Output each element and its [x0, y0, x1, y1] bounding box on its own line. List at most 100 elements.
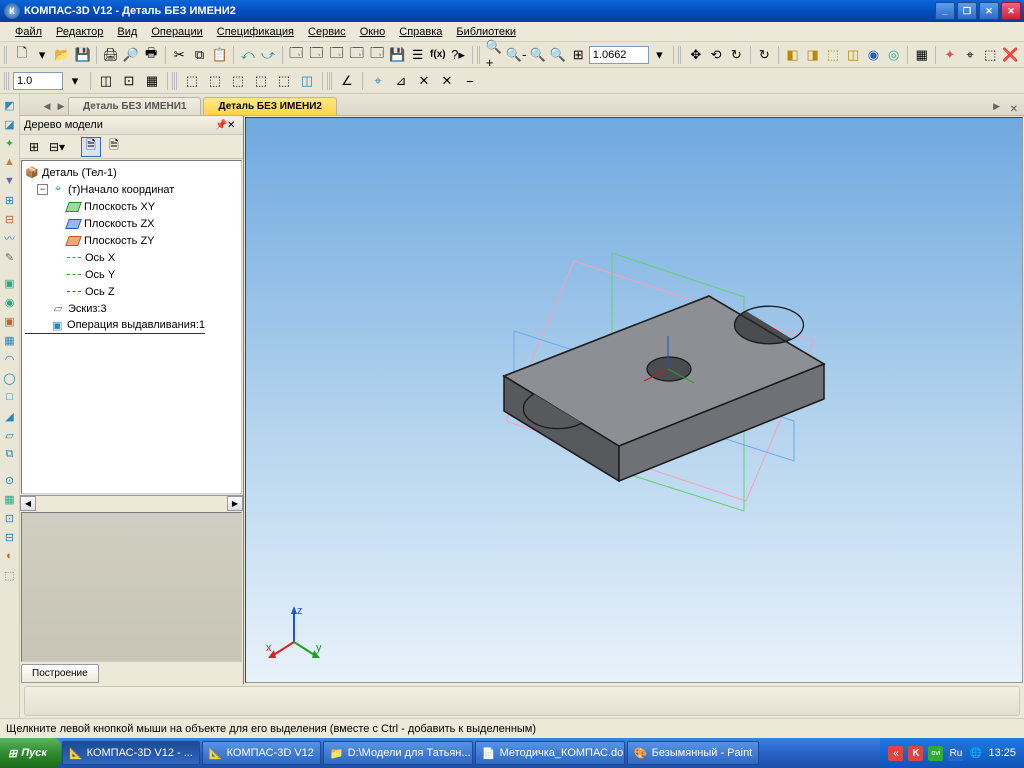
print2-button[interactable]: 🖶	[142, 44, 161, 66]
tree-axis-z[interactable]: Ось Z	[25, 283, 238, 300]
misc2-button[interactable]: ⌖	[960, 44, 979, 66]
props2-button[interactable]: 🗔	[307, 44, 326, 66]
view4-button[interactable]: ◫	[844, 44, 863, 66]
lt-a5[interactable]: ◐	[1, 547, 19, 565]
lt-cut[interactable]: ▣	[1, 312, 19, 330]
extra-button[interactable]: ✕	[979, 2, 999, 20]
find-button[interactable]: ⤺	[238, 44, 257, 66]
list-button[interactable]: ☰	[408, 44, 427, 66]
redraw-button[interactable]: ↻	[755, 44, 774, 66]
collapse-icon[interactable]: −	[37, 184, 48, 195]
lt-rib[interactable]: ◢	[1, 407, 19, 425]
misc3-button[interactable]: ⬚	[981, 44, 1000, 66]
task-item-1[interactable]: 📐КОМПАС-3D V12 - ...	[62, 741, 200, 765]
grip3-icon[interactable]	[678, 46, 682, 64]
preview-button[interactable]: 🔎	[121, 44, 140, 66]
tray-net-icon[interactable]: 🌐	[968, 746, 983, 761]
tree-axis-x[interactable]: Ось X	[25, 249, 238, 266]
restore-button[interactable]: ❐	[957, 2, 977, 20]
menu-file[interactable]: Файл	[8, 24, 49, 40]
lt-7[interactable]: ⊟	[1, 210, 19, 228]
lt-revolve[interactable]: ◉	[1, 293, 19, 311]
lt-a6[interactable]: ⬚	[1, 566, 19, 584]
print-button[interactable]: 🖨	[101, 44, 120, 66]
menu-specification[interactable]: Спецификация	[210, 24, 301, 40]
t2-8[interactable]: ⬚	[273, 70, 295, 92]
tree-axis-y[interactable]: Ось Y	[25, 266, 238, 283]
props3-button[interactable]: 🗔	[327, 44, 346, 66]
task-item-4[interactable]: 📄Методичка_КОМПАС.do...	[475, 741, 625, 765]
tab-2[interactable]: Деталь БЕЗ ИМЕНИ2	[203, 97, 336, 115]
view1-button[interactable]: ◧	[783, 44, 802, 66]
tools2-button[interactable]: 🗔	[368, 44, 387, 66]
view3-button[interactable]: ⬚	[823, 44, 842, 66]
menu-editor[interactable]: Редактор	[49, 24, 110, 40]
task-item-3[interactable]: 📁D:\Модели для Татьян...	[323, 741, 473, 765]
t2-2[interactable]: ⊡	[118, 70, 140, 92]
lt-mirror[interactable]: ⧉	[1, 445, 19, 463]
task-item-2[interactable]: 📐КОМПАС-3D V12	[202, 741, 321, 765]
scroll-right-icon[interactable]: ▶	[227, 496, 243, 511]
fx-button[interactable]: f(x)	[428, 44, 447, 66]
props-button[interactable]: 🗔	[287, 44, 306, 66]
menu-service[interactable]: Сервис	[301, 24, 353, 40]
help-button[interactable]: ?▸	[448, 44, 467, 66]
lt-3[interactable]: ✦	[1, 134, 19, 152]
zoom-input[interactable]	[589, 46, 649, 64]
tree-tb-1[interactable]: ⊞	[24, 137, 44, 157]
menu-view[interactable]: Вид	[110, 24, 144, 40]
view-shaded-button[interactable]: ◉	[864, 44, 883, 66]
line-weight-combo[interactable]: 1.0	[13, 72, 63, 90]
misc1-button[interactable]: ✦	[940, 44, 959, 66]
grip-icon[interactable]	[4, 46, 8, 64]
tree-origin[interactable]: − ⌖ (т)Начало координат	[25, 181, 238, 198]
tab-close[interactable]: ✕	[1004, 104, 1024, 115]
tray-prev-icon[interactable]: «	[888, 746, 903, 761]
t2-11[interactable]: ⌖	[367, 70, 389, 92]
t2-4[interactable]: ⬚	[181, 70, 203, 92]
tab-nav-right[interactable]: ▶	[54, 97, 68, 115]
grip5-icon[interactable]	[172, 72, 177, 90]
tray-k-icon[interactable]: K	[908, 746, 923, 761]
tab-scroll[interactable]: ▶	[990, 97, 1004, 115]
t2-9[interactable]: ◫	[296, 70, 318, 92]
lt-6[interactable]: ⊞	[1, 191, 19, 209]
lt-1[interactable]: ◩	[1, 96, 19, 114]
lt-fillet[interactable]: ◠	[1, 350, 19, 368]
tray-ovi-icon[interactable]: ovi	[928, 746, 943, 761]
lt-loft[interactable]: ▦	[1, 331, 19, 349]
menu-operations[interactable]: Операции	[144, 24, 209, 40]
t2-13[interactable]: ✕	[413, 70, 435, 92]
misc4-button[interactable]: ❌	[1001, 44, 1020, 66]
t2-5[interactable]: ⬚	[204, 70, 226, 92]
rotate-button[interactable]: ⟲	[706, 44, 725, 66]
tools1-button[interactable]: 🗔	[347, 44, 366, 66]
close-button[interactable]: ✕	[1001, 2, 1021, 20]
viewport-3d[interactable]: z x y	[245, 117, 1023, 683]
lt-a4[interactable]: ⊟	[1, 528, 19, 546]
tree-root[interactable]: 📦 Деталь (Тел-1)	[25, 164, 238, 181]
tree-plane-zy[interactable]: Плоскость ZY	[25, 232, 238, 249]
task-item-5[interactable]: 🎨Безымянный - Paint	[627, 741, 759, 765]
lt-shell[interactable]: □	[1, 388, 19, 406]
lt-draft[interactable]: ▱	[1, 426, 19, 444]
t2-1[interactable]: ◫	[95, 70, 117, 92]
lt-4[interactable]: ▲	[1, 153, 19, 171]
menu-help[interactable]: Справка	[392, 24, 449, 40]
undo-button[interactable]: ⤻	[258, 44, 277, 66]
menu-window[interactable]: Окно	[353, 24, 393, 40]
scroll-left-icon[interactable]: ◀	[20, 496, 36, 511]
view-wire-button[interactable]: ◎	[884, 44, 903, 66]
zoom-window-button[interactable]: 🔍	[548, 44, 567, 66]
tree-bottom-tab[interactable]: Построение	[21, 664, 99, 683]
zoom-in-button[interactable]: 🔍+	[485, 44, 504, 66]
cut-button[interactable]: ✂	[170, 44, 189, 66]
lt-a1[interactable]: ⊙	[1, 471, 19, 489]
tree-plane-xy[interactable]: Плоскость XY	[25, 198, 238, 215]
tab-1[interactable]: Деталь БЕЗ ИМЕНИ1	[68, 97, 201, 115]
drop-button[interactable]: ▾	[33, 44, 52, 66]
zoom-dd[interactable]: ▾	[650, 44, 669, 66]
zoom-all-button[interactable]: ⊞	[569, 44, 588, 66]
zoom-out-button[interactable]: 🔍-	[505, 44, 527, 66]
lt-5[interactable]: ▼	[1, 172, 19, 190]
